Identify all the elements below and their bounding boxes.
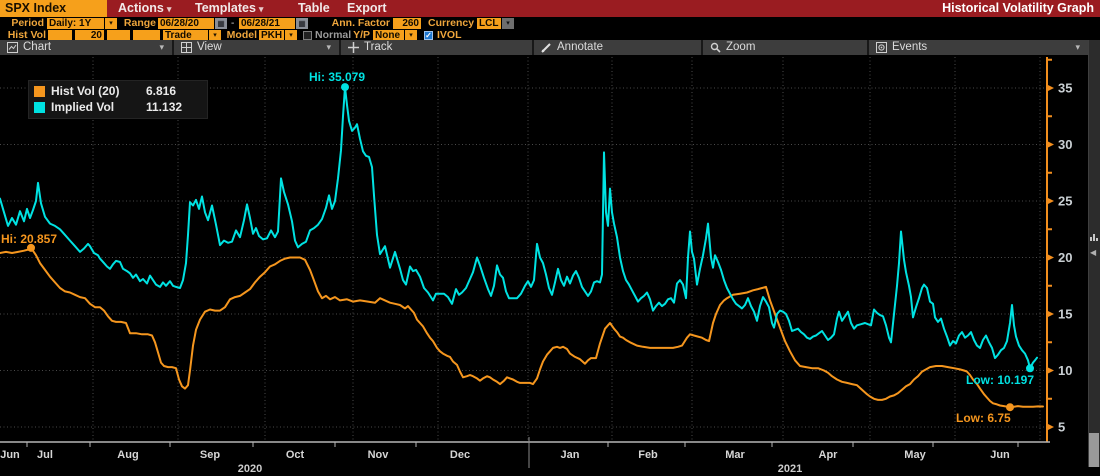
crosshair-icon: [348, 42, 359, 53]
security-ticker-box[interactable]: SPX Index: [0, 0, 107, 17]
month-label: Sep: [200, 449, 220, 461]
y-tick-label: 15: [1058, 307, 1072, 322]
events-icon: [876, 42, 887, 53]
annotation-label: Low: 10.197: [966, 373, 1034, 387]
y-tick-label: 20: [1058, 250, 1072, 265]
calendar-icon[interactable]: ▦: [215, 18, 227, 29]
chevron-down-icon: ▾: [159, 42, 164, 52]
y-tick-arrow: [1047, 367, 1054, 374]
chevron-down-icon: ▾: [258, 4, 264, 14]
implied-vol-line: [0, 86, 1038, 370]
annotation-label: Low: 6.75: [956, 411, 1011, 425]
range-start-field[interactable]: 06/28/20: [158, 18, 214, 29]
magnifier-icon: [710, 42, 721, 53]
y-tick-label: 25: [1058, 194, 1072, 209]
month-label: Jul: [37, 449, 53, 461]
toolbar-events-button[interactable]: Events ▾: [869, 40, 1088, 55]
currency-field[interactable]: LCL: [477, 18, 501, 29]
year-label: 2020: [238, 463, 262, 475]
bloomberg-hvg-window: SPX Index Actions ▾ Templates ▾ Table Expo…: [0, 0, 1100, 476]
ann-factor-label: Ann. Factor: [331, 17, 390, 29]
settings-row-1: Period Daily: 1Y ▾ Range 06/28/20 ▦ - 06…: [0, 18, 1100, 30]
toolbar-zoom-button[interactable]: Zoom: [703, 40, 869, 55]
toolbar-track-button[interactable]: Track: [341, 40, 534, 55]
calendar-icon[interactable]: ▦: [296, 18, 308, 29]
currency-dropdown-icon[interactable]: ▾: [502, 18, 514, 29]
y-tick-arrow: [1047, 423, 1054, 431]
legend-row-implied-vol[interactable]: Implied Vol 11.132: [34, 99, 202, 115]
month-label: Jun: [990, 449, 1010, 461]
toolbar-chart-button[interactable]: Chart ▾: [0, 40, 174, 55]
month-label: Apr: [819, 449, 839, 461]
period-label: Period: [11, 17, 44, 29]
y-tick-label: 35: [1058, 81, 1072, 96]
range-end-field[interactable]: 06/28/21: [239, 18, 295, 29]
y-tick-arrow: [1047, 310, 1054, 318]
pencil-icon: [541, 42, 552, 53]
annotation-marker: [341, 83, 349, 92]
chart-legend: Hist Vol (20) 6.816 Implied Vol 11.132: [28, 80, 208, 119]
y-tick-arrow: [1047, 141, 1054, 148]
y-tick-label: 30: [1058, 137, 1072, 152]
month-label: Nov: [368, 449, 390, 461]
y-tick-label: 10: [1058, 363, 1072, 378]
toolbar-annotate-button[interactable]: Annotate: [534, 40, 703, 55]
period-field[interactable]: Daily: 1Y: [47, 18, 104, 29]
chart-toolbar: Chart ▾ View ▾ Track Annotate Zoom Event…: [0, 40, 1088, 55]
hist-vol-swatch: [34, 85, 45, 97]
y-tick-arrow: [1047, 197, 1054, 205]
toolbar-view-button[interactable]: View ▾: [174, 40, 341, 55]
chevron-down-icon: ▾: [326, 42, 331, 52]
annotation-label: Hi: 35.079: [309, 70, 365, 84]
month-label: Aug: [117, 449, 138, 461]
chevron-down-icon: ▾: [166, 4, 172, 14]
menu-actions[interactable]: Actions ▾: [118, 0, 171, 17]
month-label: Feb: [638, 449, 658, 461]
period-dropdown-icon[interactable]: ▾: [105, 18, 117, 29]
annotation-marker: [1026, 364, 1034, 373]
implied-vol-swatch: [34, 101, 45, 113]
month-label: Jun: [0, 449, 20, 461]
collapse-left-icon[interactable]: ◀: [1090, 249, 1096, 257]
view-grid-icon: [181, 42, 192, 53]
currency-label: Currency: [428, 17, 475, 29]
y-tick-arrow: [1047, 84, 1054, 92]
chart-icon: [7, 42, 18, 53]
menu-export[interactable]: Export: [347, 0, 387, 17]
page-title: Historical Volatility Graph: [942, 1, 1094, 15]
normal-checkbox[interactable]: [303, 31, 312, 40]
year-label: 2021: [778, 463, 802, 475]
month-label: Jan: [561, 449, 580, 461]
month-label: Mar: [725, 449, 745, 461]
y-tick-arrow: [1047, 254, 1054, 261]
month-label: May: [904, 449, 926, 461]
menu-table[interactable]: Table: [298, 0, 330, 17]
menu-templates[interactable]: Templates ▾: [195, 0, 263, 17]
mini-chart-icon[interactable]: [1090, 228, 1099, 246]
annotation-label: Hi: 20.857: [1, 232, 57, 246]
y-tick-label: 5: [1058, 420, 1065, 435]
range-label: Range: [123, 17, 156, 29]
legend-row-hist-vol[interactable]: Hist Vol (20) 6.816: [34, 83, 202, 99]
range-dash: -: [231, 18, 235, 29]
title-menu-bar: SPX Index Actions ▾ Templates ▾ Table Expo…: [0, 0, 1100, 17]
chevron-down-icon: ▾: [1075, 42, 1080, 52]
ann-factor-field[interactable]: 260: [393, 18, 421, 29]
month-label: Dec: [450, 449, 470, 461]
scrollbar-thumb[interactable]: [1089, 433, 1099, 467]
month-label: Oct: [286, 449, 305, 461]
ivol-checkbox[interactable]: ✓: [424, 31, 433, 40]
